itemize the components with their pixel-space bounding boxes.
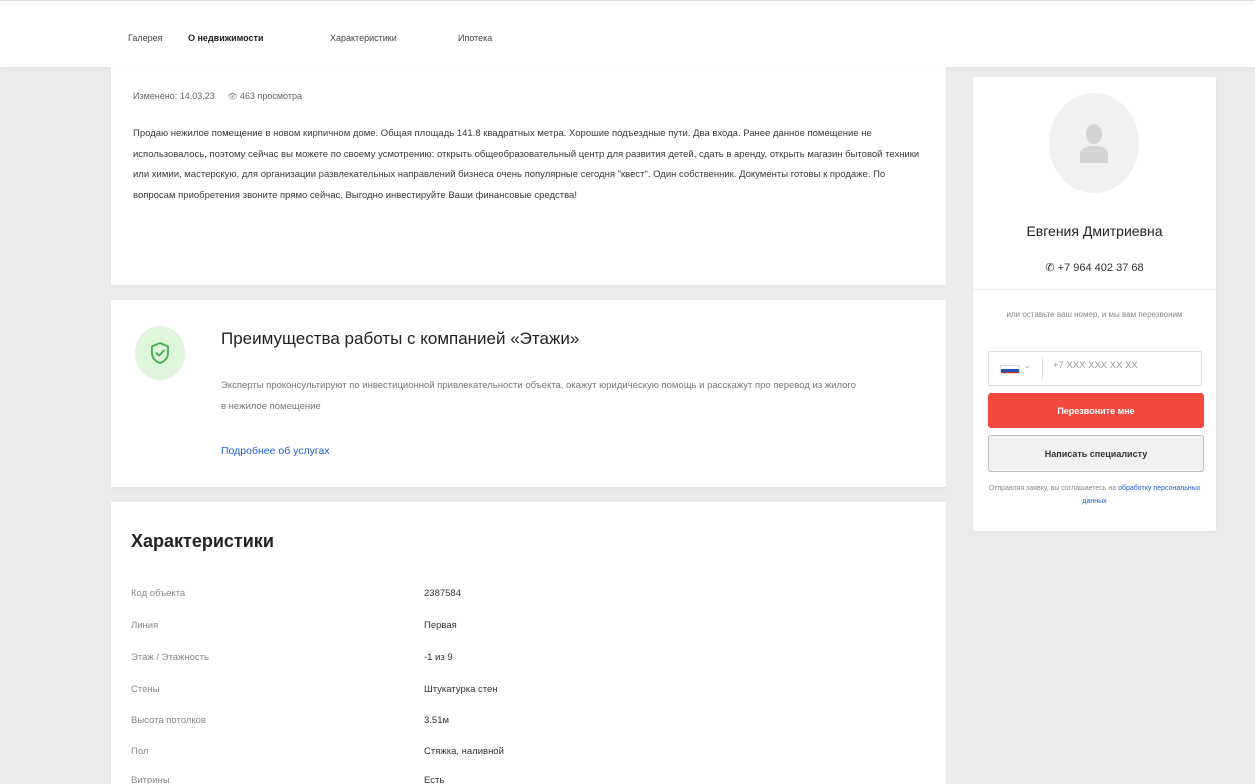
characteristics-title: Характеристики — [131, 531, 274, 551]
divider — [973, 289, 1216, 290]
characteristic-key: Стены — [131, 684, 160, 695]
agent-name: Евгения Дмитриевна — [1026, 223, 1163, 239]
characteristic-value: Есть — [424, 775, 445, 784]
characteristic-row: Витрины Есть — [131, 775, 921, 784]
characteristic-row: Линия Первая — [131, 620, 921, 636]
divider — [1042, 358, 1043, 380]
anchor-navigation: Галерея О недвижимости Характеристики Ип… — [0, 0, 1255, 67]
write-specialist-button[interactable]: Написать специалисту — [988, 435, 1204, 472]
advantages-text: Эксперты проконсультируют по инвестицион… — [221, 380, 856, 412]
tab-mortgage[interactable]: Ипотека — [458, 33, 492, 43]
listing-meta: Изменено: 14.03.23 👁 463 просмотра — [133, 91, 302, 101]
characteristics-card: Характеристики Код объекта 2387584 Линия… — [111, 502, 946, 784]
callback-hint: или оставьте ваш номер, и мы вам перезво… — [1006, 310, 1183, 319]
characteristic-key: Этаж / Этажность — [131, 652, 209, 663]
characteristic-value: 3.51м — [424, 715, 450, 726]
consent-prefix: Отправляя заявку, вы соглашаетесь на — [988, 485, 1117, 492]
characteristic-key: Витрины — [131, 775, 170, 784]
agent-phone[interactable]: ✆ +7 964 402 37 68 — [973, 261, 1216, 274]
phone-input-group: ⌄ — [988, 351, 1202, 386]
characteristic-value: 2387584 — [424, 588, 461, 599]
characteristic-key: Линия — [131, 620, 159, 631]
characteristic-value: -1 из 9 — [424, 652, 453, 663]
advantages-card: Преимущества работы с компанией «Этажи» … — [111, 300, 946, 487]
tab-gallery[interactable]: Галерея — [128, 33, 163, 43]
characteristic-value: Первая — [424, 620, 457, 631]
modified-date: Изменено: 14.03.23 — [133, 91, 215, 101]
characteristic-key: Пол — [131, 746, 149, 757]
characteristic-row: Код объекта 2387584 — [131, 588, 921, 604]
description-text: Продаю нежилое помещение в новом кирпичн… — [133, 128, 920, 201]
avatar — [1049, 93, 1139, 193]
advantages-title: Преимущества работы с компанией «Этажи» — [221, 329, 580, 348]
description-card: Изменено: 14.03.23 👁 463 просмотра Прода… — [111, 67, 946, 285]
phone-icon: ✆ — [1045, 262, 1055, 274]
services-details-link[interactable]: Подробнее об услугах — [221, 445, 330, 457]
characteristic-row: Этаж / Этажность -1 из 9 — [131, 652, 921, 668]
callback-button[interactable]: Перезвоните мне — [988, 393, 1204, 428]
characteristic-value: Штукатурка стен — [424, 684, 498, 695]
russia-flag-icon[interactable] — [1000, 365, 1020, 374]
characteristic-row: Высота потолков 3.51м — [131, 715, 921, 731]
characteristic-row: Пол Стяжка, наливной — [131, 746, 921, 762]
chevron-down-icon[interactable]: ⌄ — [1024, 361, 1031, 370]
characteristic-key: Код объекта — [131, 588, 186, 599]
eye-icon: 👁 — [227, 92, 238, 101]
tab-about-property[interactable]: О недвижимости — [188, 33, 264, 43]
characteristic-row: Стены Штукатурка стен — [131, 684, 921, 700]
tab-characteristics[interactable]: Характеристики — [330, 33, 397, 43]
agent-phone-number: +7 964 402 37 68 — [1057, 262, 1144, 274]
characteristic-value: Стяжка, наливной — [424, 746, 504, 757]
views-count: 463 просмотра — [239, 91, 302, 101]
user-silhouette-icon — [1080, 124, 1108, 163]
phone-input[interactable] — [1053, 360, 1193, 371]
shield-check-icon — [135, 326, 185, 380]
agent-card: Евгения Дмитриевна ✆ +7 964 402 37 68 ил… — [973, 77, 1216, 531]
characteristic-key: Высота потолков — [131, 715, 206, 726]
consent-text: Отправляя заявку, вы соглашаетесь на обр… — [983, 482, 1206, 508]
